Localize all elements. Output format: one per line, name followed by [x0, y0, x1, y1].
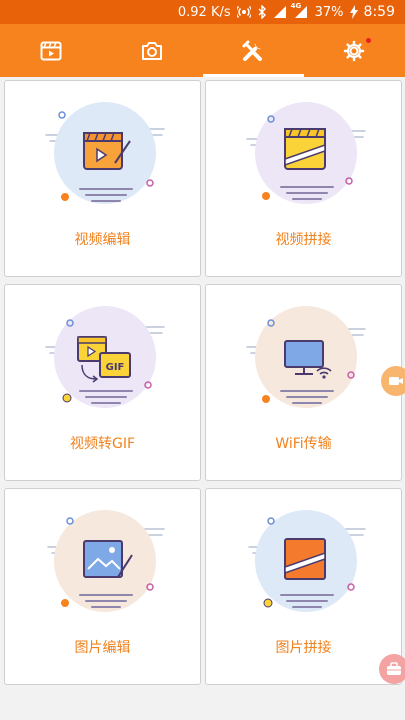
video-to-gif-icon: GIF — [45, 306, 165, 408]
card-label: 视频编辑 — [74, 232, 131, 248]
card-video-merge[interactable]: 视频拼接 — [205, 80, 402, 277]
wifi-transfer-icon — [246, 306, 366, 408]
card-label: 图片拼接 — [275, 640, 332, 656]
card-video-to-gif[interactable]: GIF 视频转GIF — [4, 284, 201, 481]
battery-level: 37% — [314, 4, 344, 20]
floating-toolbox-button[interactable] — [379, 654, 405, 684]
video-merge-icon — [246, 102, 366, 204]
card-video-edit[interactable]: 视频编辑 — [4, 80, 201, 277]
tab-video[interactable] — [0, 24, 101, 77]
settings-icon — [344, 40, 365, 61]
video-edit-icon — [45, 102, 165, 204]
tools-icon — [242, 40, 263, 61]
floating-record-button[interactable] — [381, 366, 405, 396]
card-image-merge[interactable]: 图片拼接 — [205, 488, 402, 685]
network-type: 4G — [290, 2, 302, 10]
toolbox-icon — [387, 662, 401, 675]
signal-4g-icon: 4G — [290, 2, 309, 19]
card-label: 视频转GIF — [69, 436, 136, 452]
svg-text:GIF: GIF — [106, 362, 125, 373]
video-clapper-icon — [40, 41, 62, 60]
image-merge-icon — [248, 510, 366, 612]
video-camera-icon — [389, 377, 403, 385]
signal-icon — [273, 5, 287, 19]
card-image-edit[interactable]: 图片编辑 — [4, 488, 201, 685]
charging-icon — [349, 5, 358, 19]
status-bar: 0.92 K/s 4G 37% 8:59 — [0, 0, 405, 24]
card-label: WiFi传输 — [275, 436, 332, 452]
camera-icon — [141, 41, 162, 60]
tab-tools[interactable] — [202, 24, 305, 77]
clock: 8:59 — [363, 4, 395, 20]
network-speed: 0.92 K/s — [177, 4, 231, 20]
settings-badge — [365, 38, 371, 43]
tools-grid: 视频编辑 视频拼接 GIF 视频转GIF WiFi传输 图片编辑 图片拼接 — [4, 80, 402, 688]
card-wifi-transfer[interactable]: WiFi传输 — [205, 284, 402, 481]
bluetooth-icon — [257, 5, 267, 19]
card-label: 图片编辑 — [74, 640, 131, 656]
tab-settings[interactable] — [304, 24, 405, 77]
hotspot-icon — [236, 5, 251, 19]
top-tab-bar — [0, 24, 405, 77]
card-label: 视频拼接 — [275, 232, 332, 248]
image-edit-icon — [47, 510, 165, 612]
tab-camera[interactable] — [101, 24, 202, 77]
